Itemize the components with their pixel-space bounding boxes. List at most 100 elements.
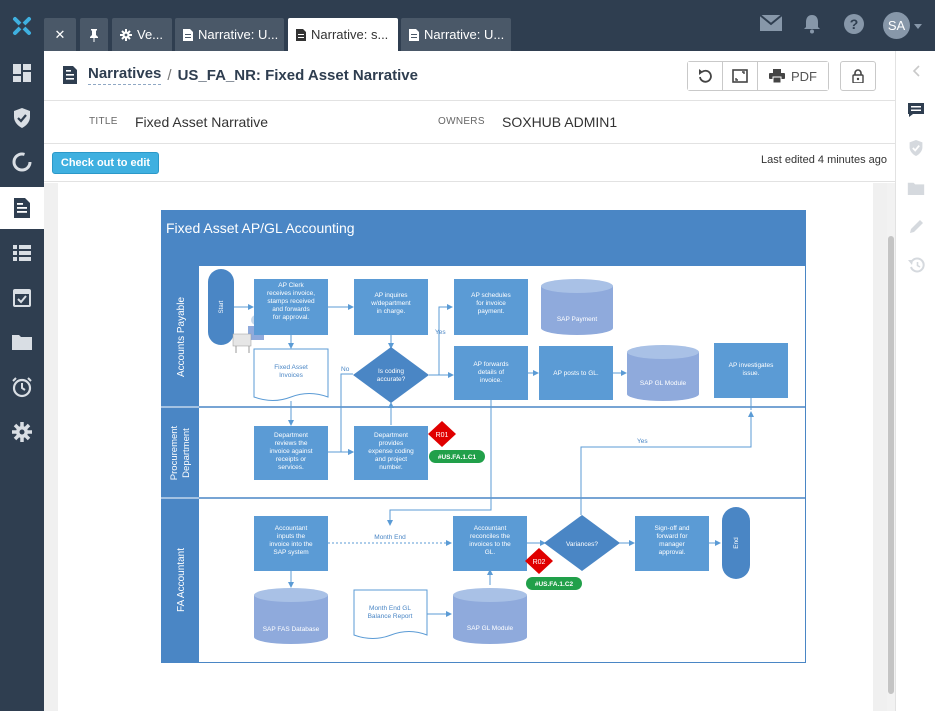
collapse-panel-button[interactable] xyxy=(896,65,935,77)
chevron-left-icon xyxy=(912,65,920,77)
yes-label: Yes xyxy=(435,329,446,336)
ap-posts-process: AP posts to GL. xyxy=(539,346,613,400)
svg-text:?: ? xyxy=(850,16,859,32)
dashboard-icon xyxy=(13,64,31,82)
control-c1-badge[interactable]: #US.FA.1.C1 xyxy=(429,450,485,463)
yes-label-variances: Yes xyxy=(637,438,648,445)
nav-controls[interactable] xyxy=(0,97,44,139)
tab-label: Ve... xyxy=(137,27,164,42)
action-row: Check out to edit Last edited 4 minutes … xyxy=(44,144,895,182)
lane-fa-accountant: FA Accountant xyxy=(176,548,187,612)
svg-text:SAP FAS Database: SAP FAS Database xyxy=(263,626,320,633)
pdf-label: PDF xyxy=(791,68,817,84)
edit-panel-button[interactable] xyxy=(896,219,935,235)
svg-text:R01: R01 xyxy=(436,432,449,439)
breadcrumb-root-link[interactable]: Narratives xyxy=(88,65,162,85)
app-logo[interactable] xyxy=(0,0,44,51)
nav-tasks[interactable] xyxy=(0,276,44,318)
nav-reminders[interactable] xyxy=(0,366,44,408)
start-label: Start xyxy=(219,300,225,313)
nav-settings[interactable] xyxy=(0,411,44,453)
history-icon xyxy=(907,257,925,273)
svg-text:#US.FA.1.C1: #US.FA.1.C1 xyxy=(438,454,477,461)
bell-icon[interactable] xyxy=(803,14,821,34)
logo-icon xyxy=(13,16,31,35)
nav-list[interactable] xyxy=(0,232,44,274)
control-c2-badge[interactable]: #US.FA.1.C2 xyxy=(526,577,582,590)
checkout-button[interactable]: Check out to edit xyxy=(52,152,159,174)
document-icon xyxy=(296,28,306,41)
gear-icon xyxy=(120,28,132,41)
circle-progress-icon xyxy=(12,152,32,172)
tab-narrative-3[interactable]: Narrative: U... xyxy=(401,18,511,51)
calendar-check-icon xyxy=(13,289,31,307)
printer-icon xyxy=(769,69,785,83)
nav-dashboard[interactable] xyxy=(0,52,44,94)
fixed-asset-invoices-document: Fixed Asset Invoices xyxy=(253,348,329,401)
svg-text:AP inquiresw/departmentin char: AP inquires w/department in charge. xyxy=(370,292,411,315)
pencil-icon xyxy=(910,220,923,233)
left-navigation xyxy=(0,0,44,711)
owners-label: OWNERS xyxy=(438,116,485,127)
document-viewport: Fixed Asset AP/GL Accounting Accounts Pa… xyxy=(44,183,895,711)
svg-text:SAP GL Module: SAP GL Module xyxy=(467,625,514,632)
svg-text:AP posts to GL.: AP posts to GL. xyxy=(553,370,599,377)
tab-pin[interactable] xyxy=(80,18,108,51)
alarm-clock-icon xyxy=(12,377,32,398)
svg-text:End: End xyxy=(733,537,740,549)
history-panel-button[interactable] xyxy=(896,257,935,273)
files-panel-button[interactable] xyxy=(896,181,935,196)
fullscreen-button[interactable] xyxy=(723,62,758,90)
ap-investigates-process: AP investigates issue. xyxy=(714,343,788,398)
title-value[interactable]: Fixed Asset Narrative xyxy=(135,114,268,130)
mail-icon[interactable] xyxy=(760,15,782,31)
expand-icon xyxy=(732,69,748,83)
svg-text:Month End GLBalance Report: Month End GL Balance Report xyxy=(368,605,413,620)
caret-down-icon[interactable] xyxy=(914,24,922,29)
tab-close-all[interactable]: ✕ xyxy=(44,18,76,51)
pdf-button[interactable]: PDF xyxy=(758,62,828,90)
tab-narrative-active[interactable]: Narrative: s... xyxy=(288,18,398,51)
undo-button[interactable] xyxy=(688,62,723,90)
shield-check-icon xyxy=(909,140,923,156)
nav-cycle[interactable] xyxy=(0,141,44,183)
diagram-title: Fixed Asset AP/GL Accounting xyxy=(166,220,355,236)
month-end-report-document: Month End GL Balance Report xyxy=(353,589,428,639)
month-end-label: Month End xyxy=(374,534,406,541)
comments-button[interactable] xyxy=(896,102,935,118)
tab-narrative-1[interactable]: Narrative: U... xyxy=(175,18,284,51)
tab-label: Narrative: U... xyxy=(198,27,279,42)
comment-icon xyxy=(908,103,924,117)
help-icon[interactable]: ? xyxy=(843,13,865,35)
lock-icon xyxy=(852,69,864,83)
nav-files[interactable] xyxy=(0,321,44,363)
svg-text:Variances?: Variances? xyxy=(566,541,598,548)
sap-gl-module-database-2: SAP GL Module xyxy=(453,588,527,644)
signoff-process: Sign-off and forward for manager approval. xyxy=(635,516,709,571)
page-title: US_FA_NR: Fixed Asset Narrative xyxy=(177,66,418,84)
svg-text:Is codingaccurate?: Is coding accurate? xyxy=(377,368,406,383)
lane-procurement-department: ProcurementDepartment xyxy=(169,425,192,480)
metadata-row: TITLE Fixed Asset Narrative OWNERS SOXHU… xyxy=(44,101,895,144)
nav-narratives[interactable] xyxy=(0,187,44,229)
toolbar-button-group: PDF xyxy=(687,61,829,91)
svg-text:Fixed AssetInvoices: Fixed Asset Invoices xyxy=(274,364,308,379)
close-icon: ✕ xyxy=(54,26,66,42)
scrollbar-thumb[interactable] xyxy=(888,236,894,694)
department-provides-process: Department provides expense coding and proj… xyxy=(354,426,428,480)
controls-panel-button[interactable] xyxy=(896,139,935,157)
sap-gl-module-database: SAP GL Module xyxy=(627,345,699,401)
top-bar: ✕ Ve... Narrative: U... Narrative: s... … xyxy=(44,0,935,51)
lane-accounts-payable: Accounts Payable xyxy=(176,297,187,377)
lock-button[interactable] xyxy=(840,61,876,91)
ap-schedules-process: AP schedules for invoice payment. xyxy=(454,279,528,335)
shield-check-icon xyxy=(14,108,30,128)
owners-value[interactable]: SOXHUB ADMIN1 xyxy=(502,114,617,130)
tab-settings[interactable]: Ve... xyxy=(112,18,172,51)
sap-payment-database: SAP Payment xyxy=(541,279,613,335)
svg-text:SAP GL Module: SAP GL Module xyxy=(640,380,687,387)
document-page: Fixed Asset AP/GL Accounting Accounts Pa… xyxy=(58,183,873,711)
accountant-inputs-process: Accountant inputs the invoice into the SAP … xyxy=(254,516,328,571)
department-reviews-process: Department reviews the invoice against rece… xyxy=(254,426,328,480)
avatar[interactable]: SA xyxy=(883,12,910,39)
